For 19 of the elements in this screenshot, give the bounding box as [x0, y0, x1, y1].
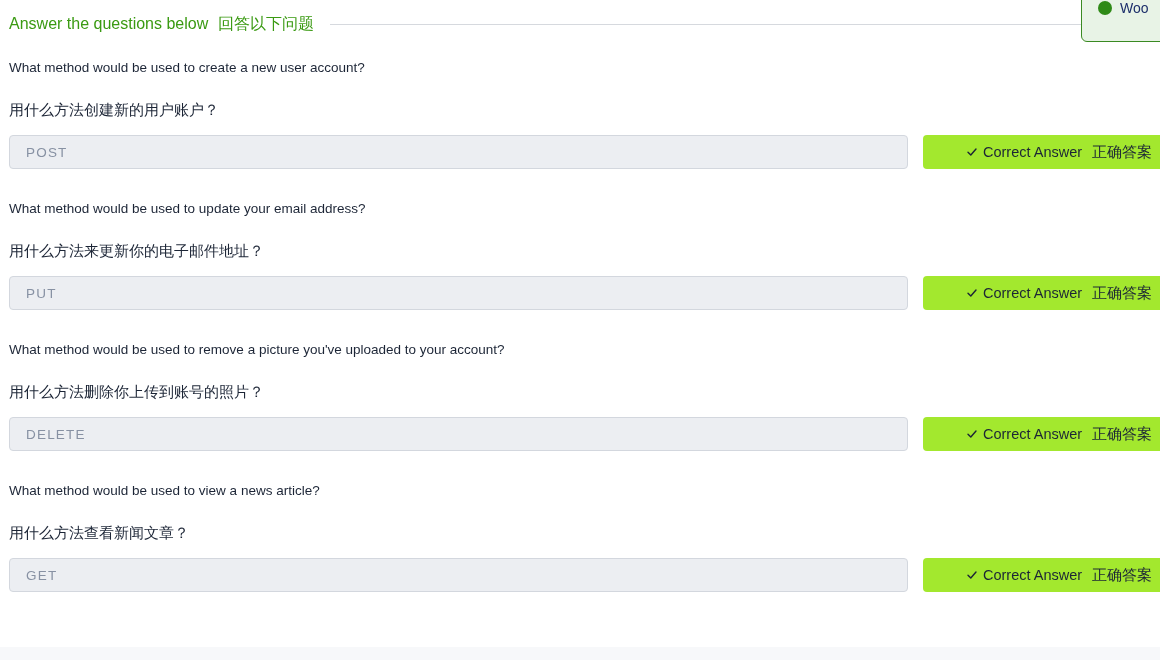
check-icon	[967, 430, 977, 438]
check-icon	[967, 289, 977, 297]
correct-answer-button[interactable]: Correct Answer 正确答案	[923, 135, 1160, 169]
correct-answer-button[interactable]: Correct Answer 正确答案	[923, 558, 1160, 592]
question-text: 用什么方法删除你上传到账号的照片？	[9, 383, 265, 402]
question-text: What method would be used to update your email address?	[9, 200, 367, 218]
correct-answer-button[interactable]: Correct Answer 正确答案	[923, 276, 1160, 310]
question-text: 用什么方法查看新闻文章？	[9, 524, 190, 543]
question-text: 用什么方法创建新的用户账户？	[9, 101, 220, 120]
question-text: 用什么方法来更新你的电子邮件地址？	[9, 242, 265, 261]
check-icon	[967, 148, 977, 156]
question-text: What method would be used to remove a picture you've uploaded to your account?	[9, 341, 506, 359]
question-text: What method would be used to view a news article?	[9, 482, 321, 500]
section-title: 回答以下问题	[218, 13, 315, 34]
check-icon	[967, 571, 977, 579]
section-title: Answer the questions below	[9, 15, 209, 33]
correct-answer-button[interactable]: Correct Answer 正确答案	[923, 417, 1160, 451]
question-text: What method would be used to create a new user account?	[9, 59, 366, 77]
toast-message: Woo	[1120, 1, 1149, 15]
